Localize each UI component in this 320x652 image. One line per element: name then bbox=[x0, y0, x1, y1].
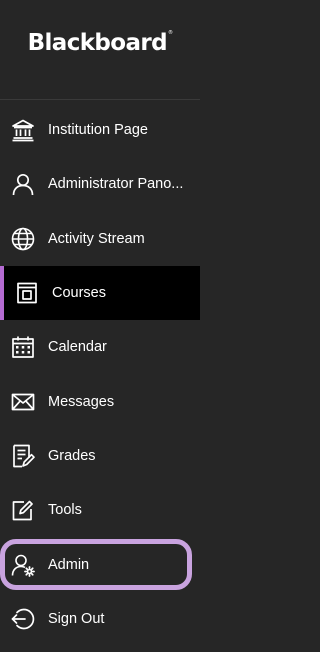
nav-item-courses[interactable]: Courses bbox=[0, 265, 200, 321]
logo-text: Blackboard bbox=[27, 30, 168, 56]
nav-item-admin[interactable]: Admin bbox=[0, 537, 200, 591]
globe-icon bbox=[10, 226, 36, 252]
nav-item-institution-page[interactable]: Institution Page bbox=[0, 103, 200, 157]
nav-item-label: Institution Page bbox=[48, 122, 148, 139]
nav-item-sign-out[interactable]: Sign Out bbox=[0, 592, 200, 646]
nav-item-label: Sign Out bbox=[48, 610, 105, 627]
nav-item-activity-stream[interactable]: Activity Stream bbox=[0, 212, 200, 266]
nav-item-label: Activity Stream bbox=[48, 230, 145, 247]
nav-list: Institution Page Administrator Pano... A… bbox=[0, 103, 200, 646]
nav-item-grades[interactable]: Grades bbox=[0, 429, 200, 483]
nav-item-administrator-panel[interactable]: Administrator Pano... bbox=[0, 157, 200, 211]
nav-item-label: Grades bbox=[48, 447, 96, 464]
side-navigation: Blackboard® Institution Page Administrat… bbox=[0, 0, 200, 652]
envelope-icon bbox=[10, 389, 36, 415]
nav-item-label: Courses bbox=[52, 285, 106, 302]
nav-item-calendar[interactable]: Calendar bbox=[0, 320, 200, 374]
nav-item-label: Calendar bbox=[48, 339, 107, 356]
user-icon bbox=[10, 171, 36, 197]
divider bbox=[0, 99, 200, 100]
grades-icon bbox=[10, 443, 36, 469]
nav-item-label: Messages bbox=[48, 393, 115, 410]
institution-icon bbox=[10, 117, 36, 143]
nav-item-label: Tools bbox=[48, 502, 82, 519]
nav-item-label: Admin bbox=[48, 556, 90, 573]
calendar-icon bbox=[10, 334, 36, 360]
sign-out-icon bbox=[10, 606, 36, 632]
blackboard-logo[interactable]: Blackboard® bbox=[0, 30, 200, 56]
tools-icon bbox=[10, 497, 36, 523]
nav-item-tools[interactable]: Tools bbox=[0, 483, 200, 537]
logo-trademark: ® bbox=[168, 30, 173, 36]
courses-icon bbox=[14, 280, 40, 306]
nav-item-messages[interactable]: Messages bbox=[0, 374, 200, 428]
nav-item-label: Administrator Pano... bbox=[48, 176, 184, 193]
admin-user-gear-icon bbox=[10, 552, 36, 578]
